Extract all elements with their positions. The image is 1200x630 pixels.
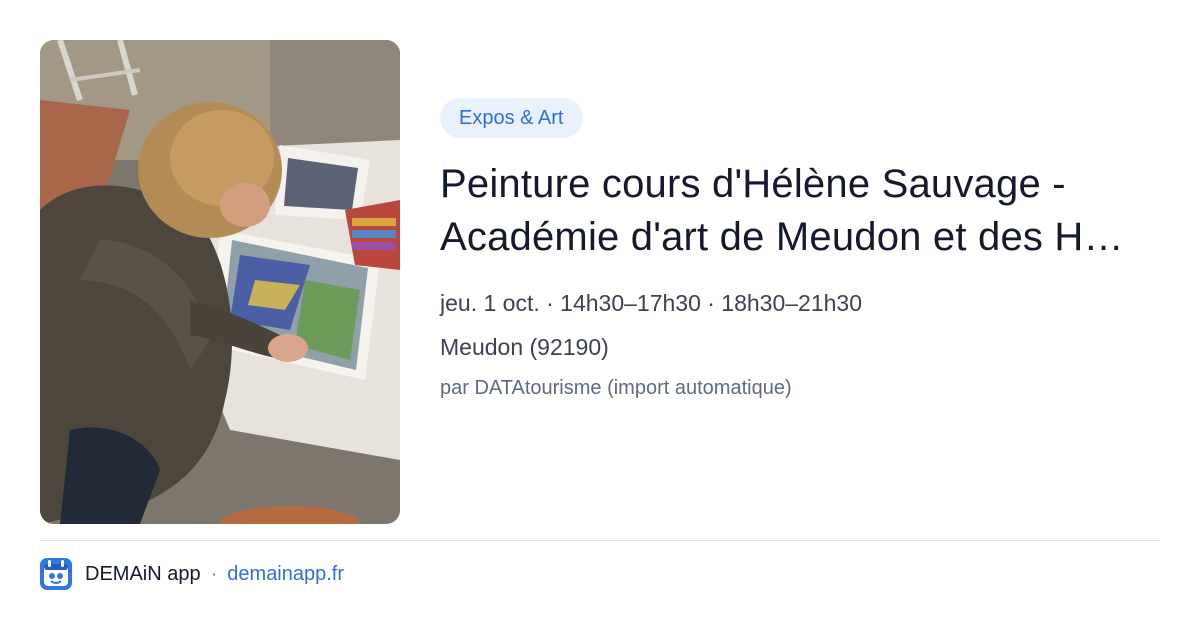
event-photo[interactable]	[40, 40, 400, 524]
app-name: DEMAiN app	[85, 562, 201, 585]
app-logo-icon[interactable]	[40, 558, 72, 590]
footer-separator: ·	[210, 562, 218, 585]
footer: DEMAiN app · demainapp.fr	[40, 558, 344, 590]
footer-divider	[40, 540, 1160, 541]
event-card[interactable]: Expos & Art Peinture cours d'Hélène Sauv…	[0, 0, 1200, 630]
domain-link[interactable]: demainapp.fr	[227, 563, 344, 586]
category-badge[interactable]: Expos & Art	[440, 98, 583, 138]
event-details: Expos & Art Peinture cours d'Hélène Sauv…	[440, 98, 1160, 402]
event-title[interactable]: Peinture cours d'Hélène Sauvage - Académ…	[440, 158, 1140, 264]
event-source: par DATAtourisme (import automatique)	[440, 377, 792, 399]
event-location: Meudon (92190)	[440, 334, 609, 360]
event-photo-image	[40, 40, 400, 524]
event-dates: jeu. 1 oct. · 14h30–17h30 · 18h30–21h30	[440, 290, 863, 316]
